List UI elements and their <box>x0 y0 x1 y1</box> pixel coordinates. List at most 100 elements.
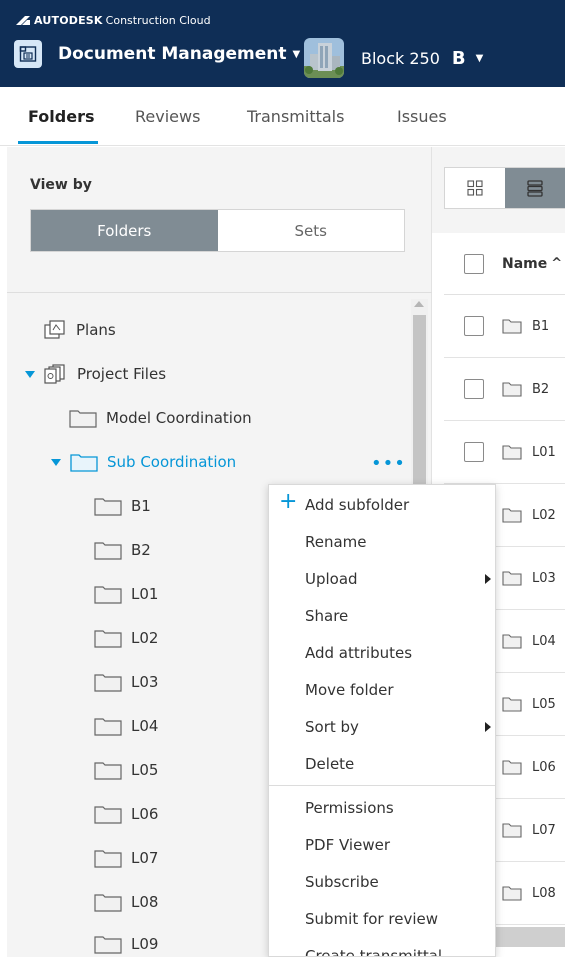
tree-item-label: L09 <box>131 935 159 953</box>
tree-item-l02[interactable]: L02 <box>94 616 158 660</box>
chevron-down-icon: ▼ <box>475 52 484 64</box>
tree-item-b1[interactable]: B1 <box>94 484 151 528</box>
tree-item-label: L05 <box>131 761 159 779</box>
project-switcher[interactable]: Block 250 B ▼ <box>304 38 483 78</box>
brand-suffix: Construction Cloud <box>105 14 211 27</box>
tab-bar: Folders Reviews Transmittals Issues <box>0 87 565 146</box>
folder-icon <box>94 498 122 516</box>
expand-arrow-icon[interactable] <box>25 370 35 378</box>
layout-toggle <box>444 167 565 209</box>
grid-view-button[interactable] <box>445 168 505 208</box>
folder-icon <box>502 760 522 775</box>
table-row[interactable]: B2 <box>444 358 565 421</box>
row-checkbox[interactable] <box>464 316 484 336</box>
tab-transmittals[interactable]: Transmittals <box>247 107 344 126</box>
list-view-button[interactable] <box>505 168 565 208</box>
menu-item-label: Delete <box>305 754 355 773</box>
row-name: L05 <box>532 696 556 712</box>
tree-item-l05[interactable]: L05 <box>94 748 158 792</box>
scroll-up-icon[interactable] <box>414 301 424 307</box>
tree-item-label: B2 <box>131 541 151 559</box>
menu-item-subscribe[interactable]: Subscribe <box>269 863 495 900</box>
folder-icon <box>502 571 522 586</box>
menu-item-label: Create transmittal <box>305 946 443 957</box>
menu-item-upload[interactable]: Upload <box>269 560 495 597</box>
project-thumbnail <box>304 38 344 78</box>
folder-icon <box>502 697 522 712</box>
menu-item-add-subfolder[interactable]: + Add subfolder <box>269 486 495 523</box>
tab-reviews[interactable]: Reviews <box>135 107 200 126</box>
divider <box>7 292 432 293</box>
row-name: L03 <box>532 570 556 586</box>
project-name: Block 250 <box>361 48 440 68</box>
more-options-icon[interactable]: ••• <box>371 453 406 474</box>
tree-item-model-coordination[interactable]: Model Coordination <box>69 396 252 440</box>
row-checkbox[interactable] <box>464 379 484 399</box>
folder-icon <box>94 894 122 912</box>
tree-item-label: L04 <box>131 717 159 735</box>
top-bar: AUTODESK Construction Cloud Document Man… <box>0 0 565 87</box>
tree-item-l03[interactable]: L03 <box>94 660 158 704</box>
project-badge: B <box>451 47 466 69</box>
menu-item-label: Rename <box>305 532 367 551</box>
scrollbar-thumb[interactable] <box>413 315 426 495</box>
menu-item-rename[interactable]: Rename <box>269 523 495 560</box>
plans-icon <box>44 320 65 339</box>
folder-icon <box>502 634 522 649</box>
row-name: B2 <box>532 381 550 397</box>
menu-item-create-transmittal[interactable]: Create transmittal <box>269 937 495 957</box>
tree-item-project-files[interactable]: Project Files <box>25 352 166 396</box>
menu-item-pdf-viewer[interactable]: PDF Viewer <box>269 826 495 863</box>
tree-item-sub-coordination[interactable]: Sub Coordination <box>51 440 236 484</box>
tree-item-l09[interactable]: L09 <box>94 922 158 957</box>
table-header: Name ^ <box>444 233 565 295</box>
folder-icon <box>502 445 522 460</box>
tab-folders[interactable]: Folders <box>28 107 94 126</box>
menu-item-submit-for-review[interactable]: Submit for review <box>269 900 495 937</box>
autodesk-logo-icon <box>16 16 30 25</box>
menu-item-label: Move folder <box>305 680 394 699</box>
tree-item-l04[interactable]: L04 <box>94 704 158 748</box>
folder-context-menu: + Add subfolder Rename Upload Share Add … <box>268 484 496 957</box>
tree-item-label: L06 <box>131 805 159 823</box>
menu-item-add-attributes[interactable]: Add attributes <box>269 634 495 671</box>
module-name: Document Management <box>58 44 287 64</box>
menu-item-label: Submit for review <box>305 909 438 928</box>
tree-item-label: Sub Coordination <box>107 453 237 471</box>
menu-item-delete[interactable]: Delete <box>269 745 495 782</box>
tree-item-l06[interactable]: L06 <box>94 792 158 836</box>
menu-item-label: Permissions <box>305 798 394 817</box>
tab-issues[interactable]: Issues <box>397 107 447 126</box>
folder-icon <box>502 319 522 334</box>
tree-item-plans[interactable]: Plans <box>43 308 116 352</box>
sort-ascending-icon[interactable]: ^ <box>551 256 562 271</box>
menu-item-label: PDF Viewer <box>305 835 390 854</box>
list-icon <box>527 180 543 197</box>
menu-item-move-folder[interactable]: Move folder <box>269 671 495 708</box>
tree-item-label: L07 <box>131 849 159 867</box>
table-row[interactable]: L01 <box>444 421 565 484</box>
menu-item-share[interactable]: Share <box>269 597 495 634</box>
active-tab-indicator <box>18 141 98 144</box>
menu-item-label: Add subfolder <box>305 495 410 514</box>
select-all-checkbox[interactable] <box>464 253 484 274</box>
view-by-toggle: Folders Sets <box>30 209 405 252</box>
expand-arrow-icon[interactable] <box>51 458 61 466</box>
view-by-folders-button[interactable]: Folders <box>31 210 218 251</box>
tree-item-b2[interactable]: B2 <box>94 528 151 572</box>
tree-item-label: Model Coordination <box>106 409 252 427</box>
tree-item-l07[interactable]: L07 <box>94 836 158 880</box>
menu-item-permissions[interactable]: Permissions <box>269 789 495 826</box>
plus-icon: + <box>279 489 298 514</box>
tree-item-l08[interactable]: L08 <box>94 880 158 924</box>
menu-item-label: Share <box>305 606 349 625</box>
view-by-sets-button[interactable]: Sets <box>218 210 405 251</box>
row-name: L01 <box>532 444 556 460</box>
module-switcher[interactable]: Document Management ▼ <box>14 40 300 68</box>
tree-item-l01[interactable]: L01 <box>94 572 158 616</box>
row-checkbox[interactable] <box>464 442 484 462</box>
menu-item-sort-by[interactable]: Sort by <box>269 708 495 745</box>
table-row[interactable]: B1 <box>444 295 565 358</box>
column-header-name[interactable]: Name <box>502 256 547 272</box>
tree-item-label: L08 <box>131 893 159 911</box>
